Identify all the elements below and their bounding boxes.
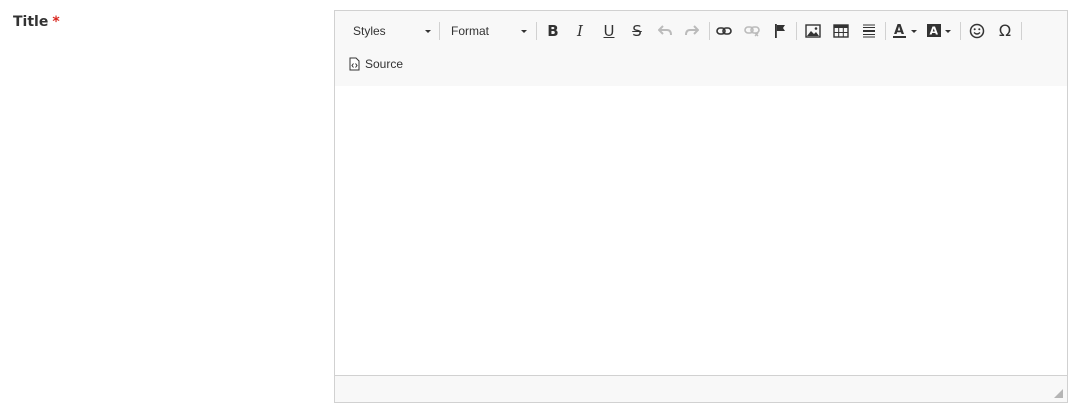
special-char-icon: Ω — [998, 21, 1012, 40]
title-label-text: Title — [13, 14, 49, 30]
image-icon — [805, 24, 821, 38]
format-dropdown[interactable]: Format — [451, 20, 527, 42]
svg-text:A: A — [930, 25, 939, 38]
chevron-down-icon — [425, 30, 431, 33]
source-icon — [349, 57, 360, 71]
source-button-label: Source — [365, 57, 404, 71]
smiley-icon — [969, 23, 985, 39]
smiley-button[interactable] — [966, 19, 988, 43]
toolbar-separator — [1021, 22, 1022, 40]
background-color-button[interactable]: A — [925, 19, 953, 43]
toolbar-separator — [885, 22, 886, 40]
italic-icon: I — [577, 21, 583, 40]
bold-icon: B — [547, 21, 559, 40]
toolbar-separator — [960, 22, 961, 40]
unlink-button[interactable] — [741, 19, 763, 43]
strikethrough-icon: S — [632, 21, 642, 40]
horizontal-line-icon — [863, 24, 875, 38]
table-button[interactable] — [830, 19, 852, 43]
redo-icon — [685, 25, 699, 36]
undo-icon — [658, 25, 672, 36]
toolbar-separator — [439, 22, 440, 40]
toolbar-separator — [796, 22, 797, 40]
editor-content-area[interactable] — [335, 86, 1067, 377]
toolbar-row-1: Styles Format B I U S A A Ω — [335, 17, 1067, 45]
bold-button[interactable]: B — [542, 19, 564, 43]
underline-icon: U — [603, 21, 615, 40]
link-icon — [716, 27, 732, 35]
chevron-down-icon — [521, 30, 527, 33]
format-dropdown-label: Format — [451, 24, 490, 38]
underline-button[interactable]: U — [598, 19, 620, 43]
svg-text:A: A — [894, 23, 904, 38]
toolbar-separator — [536, 22, 537, 40]
editor-statusbar — [335, 375, 1067, 402]
toolbar-row-2: Source — [335, 50, 1067, 78]
undo-button[interactable] — [654, 19, 676, 43]
toolbar-separator — [709, 22, 710, 40]
table-icon — [833, 24, 849, 38]
background-color-icon: A — [927, 24, 951, 38]
link-button[interactable] — [713, 19, 735, 43]
styles-dropdown-label: Styles — [353, 24, 386, 38]
image-button[interactable] — [802, 19, 824, 43]
resize-handle-icon[interactable] — [1054, 389, 1063, 398]
editor-toolbar: Styles Format B I U S A A Ω Source — [335, 11, 1067, 87]
anchor-button[interactable] — [769, 19, 791, 43]
strikethrough-button[interactable]: S — [626, 19, 648, 43]
styles-dropdown[interactable]: Styles — [353, 20, 431, 42]
anchor-flag-icon — [775, 24, 785, 38]
rich-text-editor: Styles Format B I U S A A Ω Source — [334, 10, 1068, 403]
required-indicator: * — [52, 14, 60, 30]
title-field-label: Title * — [13, 14, 60, 30]
unlink-icon — [744, 26, 760, 37]
special-char-button[interactable]: Ω — [994, 19, 1016, 43]
horizontal-line-button[interactable] — [858, 19, 880, 43]
text-color-button[interactable]: A — [891, 19, 919, 43]
italic-button[interactable]: I — [569, 19, 591, 43]
text-color-icon: A — [893, 23, 917, 38]
source-button[interactable]: Source — [349, 52, 403, 76]
redo-button[interactable] — [681, 19, 703, 43]
